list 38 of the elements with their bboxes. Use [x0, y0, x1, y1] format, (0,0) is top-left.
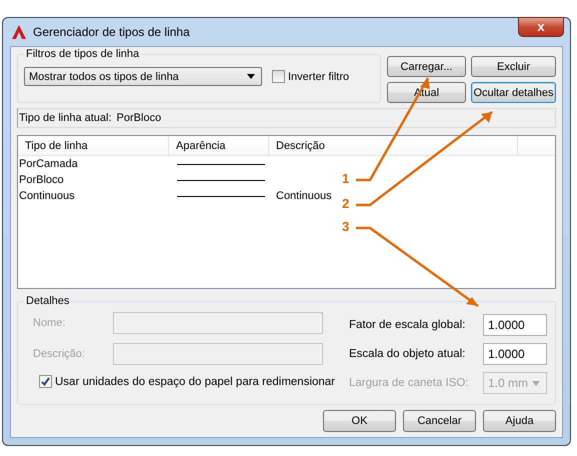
callout-number: 2	[342, 196, 350, 211]
window-title: Gerenciador de tipos de linha	[33, 25, 190, 39]
dialog-button[interactable]: Excluir	[471, 56, 556, 77]
field-label: Nome:	[32, 317, 66, 329]
paper-units-checkbox[interactable]: Usar unidades do espaço do papel para redimensionar	[28, 375, 336, 388]
linetype-name: Continuous	[18, 190, 76, 202]
column-header[interactable]: Tipo de linha	[18, 136, 169, 155]
dialog-button[interactable]: Ajuda	[483, 410, 556, 432]
callout-number: 1	[342, 171, 350, 186]
dialog-button[interactable]: Cancelar	[403, 410, 476, 432]
linetype-name: PorBloco	[18, 174, 65, 186]
dialog-button[interactable]: OK	[323, 410, 396, 432]
text-field[interactable]	[113, 343, 323, 365]
current-linetype-label: Tipo de linha atual:	[19, 112, 112, 124]
number-field[interactable]: 1.0000	[483, 343, 547, 365]
caret-icon	[247, 74, 255, 79]
text-field[interactable]	[113, 312, 323, 334]
field-label: Descrição:	[32, 348, 86, 360]
callout-number: 3	[342, 219, 350, 234]
linetype-description: Continuous	[275, 190, 332, 202]
checkmark-icon	[40, 376, 51, 387]
dialog-button[interactable]: Carregar...	[387, 56, 466, 77]
filter-dropdown[interactable]: Mostrar todos os tipos de linha	[24, 67, 262, 86]
dialog-button[interactable]: Ocultar detalhes	[471, 82, 556, 103]
app-logo-icon	[11, 24, 27, 40]
field-label: Fator de escala global:	[349, 319, 466, 331]
field-label: Largura de caneta ISO:	[349, 377, 469, 389]
close-button[interactable]: x	[518, 17, 564, 37]
number-field[interactable]: 1.0000	[483, 314, 547, 336]
current-linetype-value: PorBloco	[116, 112, 162, 124]
group-legend: Filtros de tipos de linha	[24, 48, 142, 60]
field-label: Escala do objeto atual:	[349, 348, 466, 360]
linetype-name: PorCamada	[18, 158, 79, 170]
column-header[interactable]: Descrição	[269, 136, 518, 155]
invert-filter-checkbox[interactable]: Inverter filtro	[272, 70, 350, 83]
caret-icon	[532, 380, 540, 386]
group-legend: Detalhes	[24, 295, 72, 307]
column-header[interactable]: Aparência	[169, 136, 269, 155]
